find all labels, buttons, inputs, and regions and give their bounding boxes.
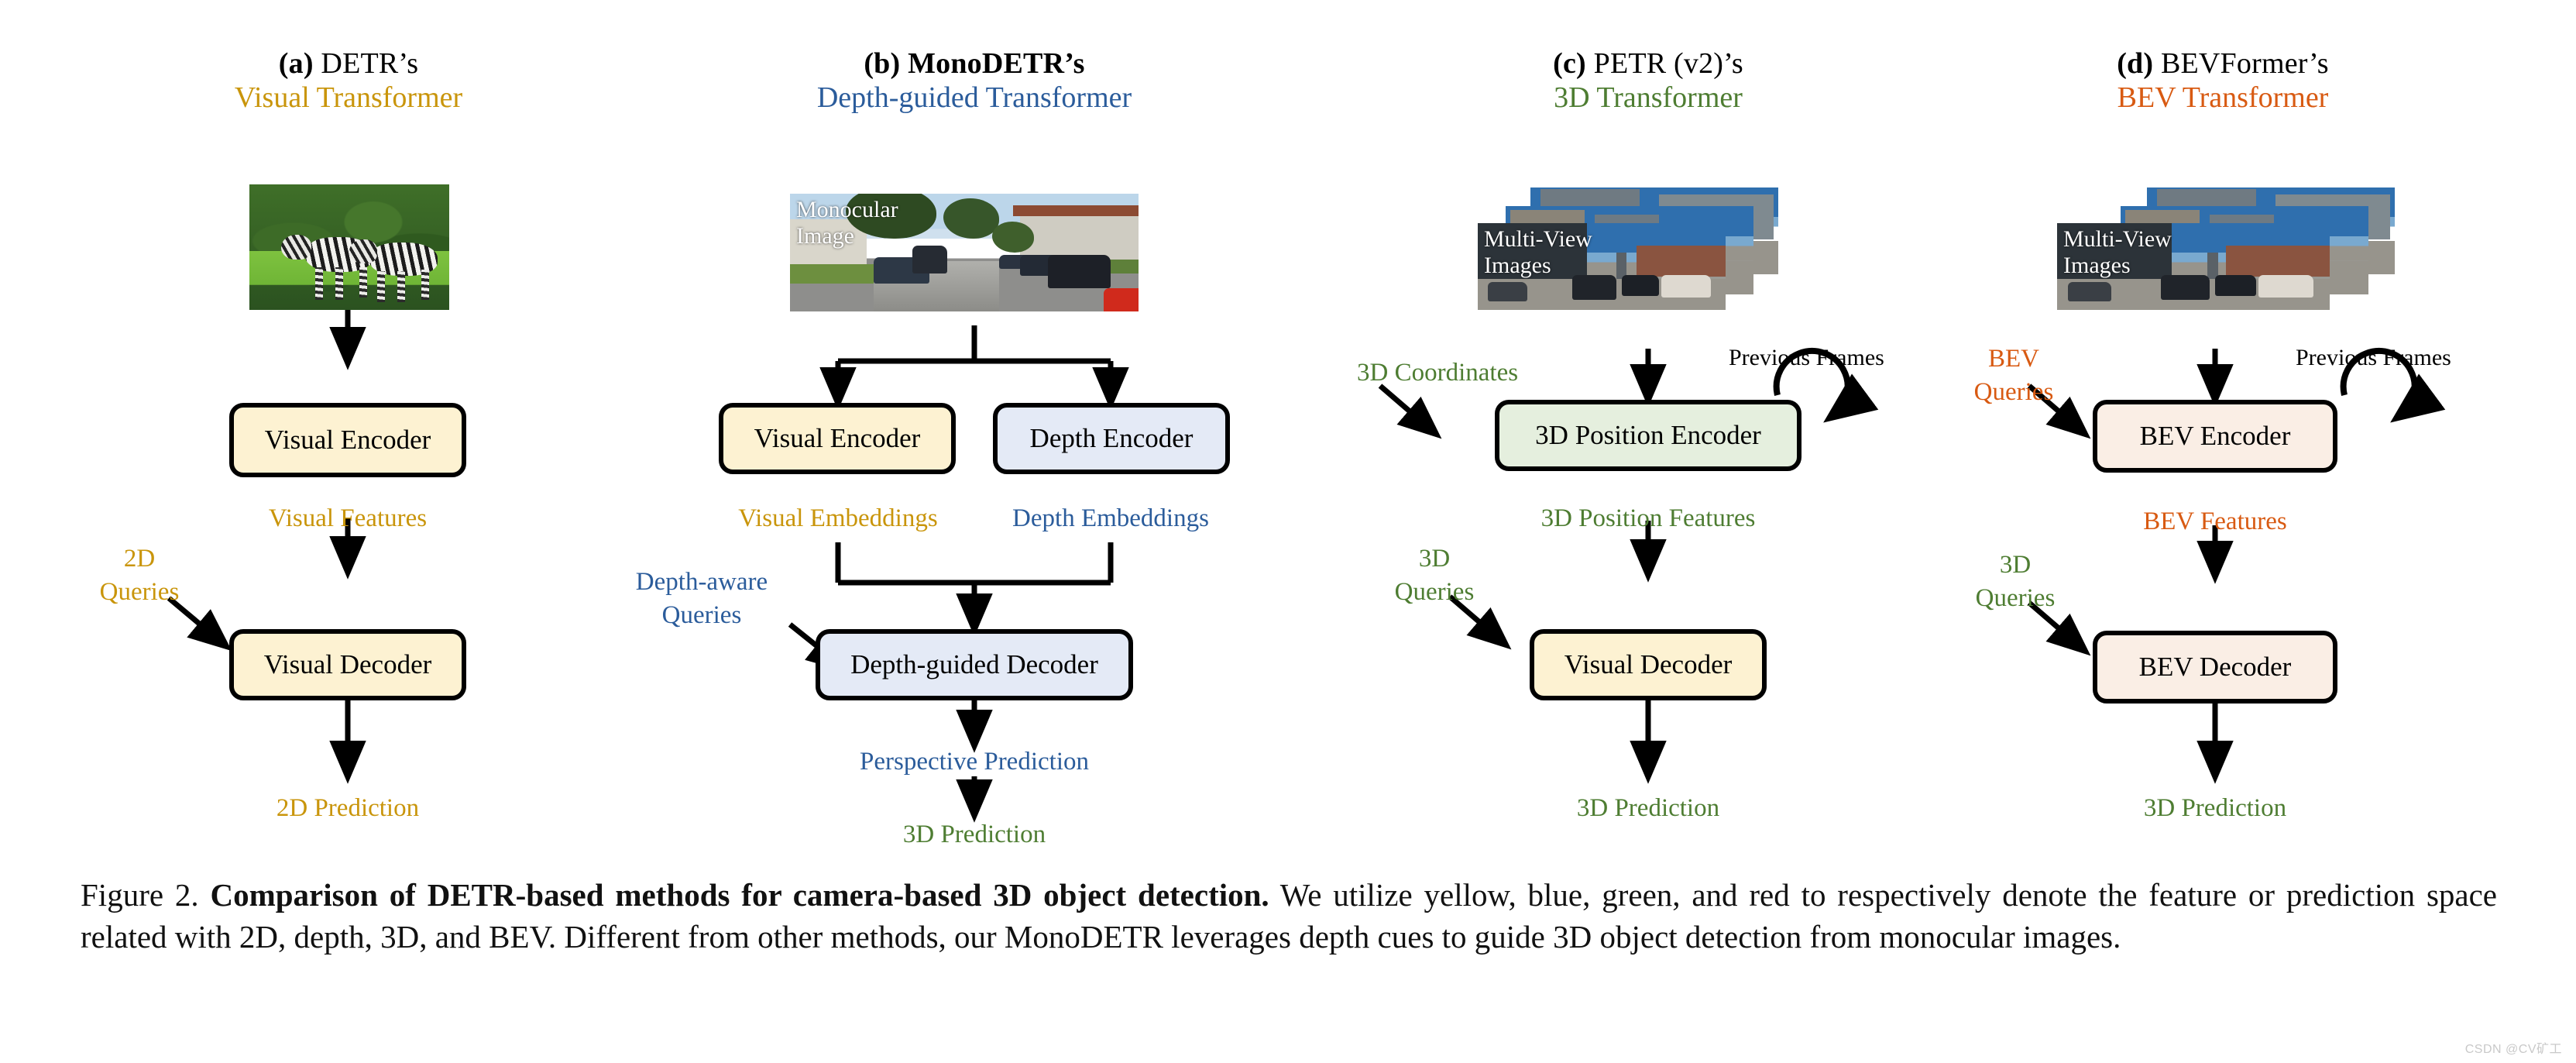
label-visual-embeddings: Visual Embeddings (738, 504, 938, 532)
label-depth-aware-queries: Depth-aware Queries (635, 568, 768, 629)
label-3d-prediction-d: 3D Prediction (2143, 794, 2287, 822)
caption-label: Figure 2. (81, 877, 199, 913)
box-bev-encoder[interactable]: BEV Encoder (2093, 400, 2337, 473)
label-3d-position-features: 3D Position Features (1540, 504, 1756, 532)
column-c-header: (c) PETR (v2)’s 3D Transformer (1431, 46, 1865, 115)
column-b-input-image: Monocular Image (790, 194, 1139, 311)
box-label: BEV Encoder (2139, 421, 2291, 451)
column-b-title: (b) MonoDETR’s (864, 47, 1085, 80)
label-3d-coordinates: 3D Coordinates (1357, 359, 1519, 387)
box-bev-decoder[interactable]: BEV Decoder (2093, 631, 2337, 704)
label-depth-embeddings: Depth Embeddings (1012, 504, 1209, 532)
column-a-title: (a) DETR’s (278, 47, 419, 80)
box-label: BEV Decoder (2138, 652, 2292, 682)
label-3d-queries-d: 3D Queries (1975, 551, 2056, 612)
label-visual-features: Visual Features (268, 504, 428, 532)
column-a-input-image (249, 184, 449, 310)
column-c-tag: (c) (1553, 47, 1586, 80)
label-3d-queries-c: 3D Queries (1394, 545, 1475, 606)
column-b-tag: (b) (864, 47, 901, 80)
column-d-input-image: Multi-View Images (2057, 223, 2330, 310)
column-b-header: (b) MonoDETR’s Depth-guided Transformer (742, 46, 1207, 115)
label-2d-queries: 2D Queries (99, 545, 180, 606)
column-d-tag: (d) (2117, 47, 2154, 80)
box-label: Visual Decoder (263, 649, 432, 679)
box-3d-position-encoder[interactable]: 3D Position Encoder (1495, 400, 1801, 471)
label-previous-frames-c: Previous Frames (1729, 345, 1884, 370)
box-visual-decoder-a[interactable]: Visual Decoder (229, 629, 466, 700)
column-b-subtitle: Depth-guided Transformer (816, 81, 1132, 114)
column-d-header: (d) BEVFormer’s BEV Transformer (2006, 46, 2440, 115)
column-c-image-overlay: Multi-View Images (1484, 226, 1592, 278)
column-d-title: (d) BEVFormer’s (2117, 47, 2329, 80)
column-a-tag: (a) (278, 47, 314, 80)
caption-bold: Comparison of DETR-based methods for cam… (210, 877, 1269, 913)
box-label: Visual Encoder (264, 425, 431, 455)
column-d-image-overlay: Multi-View Images (2063, 226, 2172, 278)
box-depth-encoder[interactable]: Depth Encoder (993, 403, 1230, 474)
box-label: Depth Encoder (1029, 423, 1194, 453)
column-c-input-image: Multi-View Images (1478, 223, 1726, 310)
column-a-subtitle: Visual Transformer (234, 81, 463, 114)
watermark: CSDN @CV矿工 (2464, 1043, 2562, 1056)
column-c-title: (c) PETR (v2)’s (1553, 47, 1743, 80)
box-depth-guided-decoder[interactable]: Depth-guided Decoder (816, 629, 1133, 700)
label-3d-prediction-c: 3D Prediction (1576, 794, 1720, 822)
box-label: Visual Decoder (1564, 649, 1733, 679)
box-label: Depth-guided Decoder (850, 649, 1098, 679)
column-b-image-overlay: Monocular Image (796, 197, 898, 249)
figure-caption: Figure 2. Comparison of DETR-based metho… (81, 874, 2497, 958)
box-visual-encoder-a[interactable]: Visual Encoder (229, 403, 466, 477)
label-bev-queries: BEV Queries (1973, 345, 2054, 406)
box-label: 3D Position Encoder (1535, 420, 1761, 450)
column-d-subtitle: BEV Transformer (2117, 81, 2329, 114)
box-visual-decoder-c[interactable]: Visual Decoder (1530, 629, 1767, 700)
box-label: Visual Encoder (754, 423, 921, 453)
label-3d-prediction-b: 3D Prediction (902, 820, 1046, 848)
label-perspective-prediction: Perspective Prediction (859, 748, 1089, 776)
label-bev-features: BEV Features (2143, 507, 2287, 535)
box-visual-encoder-b[interactable]: Visual Encoder (719, 403, 956, 474)
column-a-header: (a) DETR’s Visual Transformer (139, 46, 558, 115)
label-2d-prediction: 2D Prediction (276, 794, 420, 822)
label-previous-frames-d: Previous Frames (2296, 345, 2451, 370)
column-c-subtitle: 3D Transformer (1554, 81, 1743, 114)
